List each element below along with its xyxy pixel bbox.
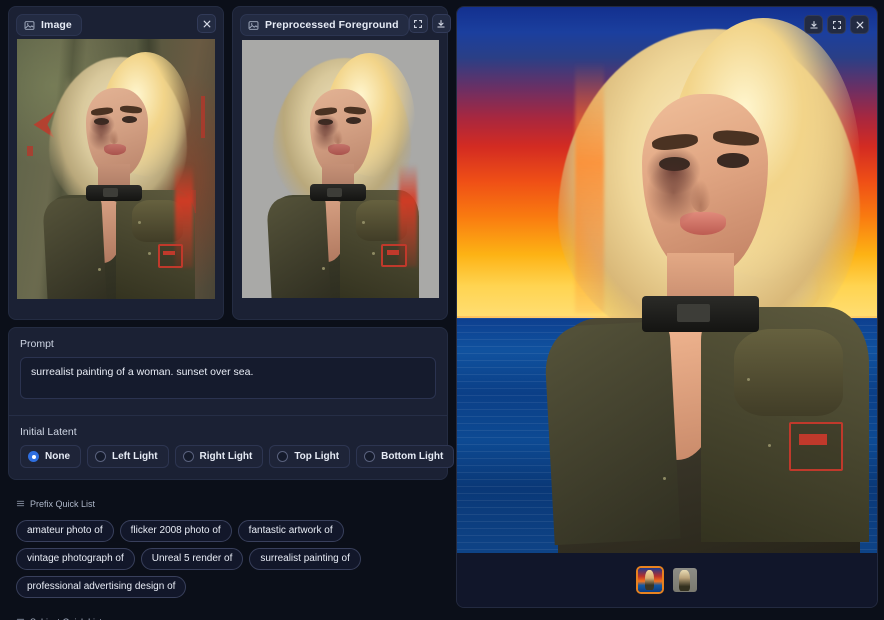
prefix-chip-vintage-photograph[interactable]: vintage photograph of bbox=[16, 548, 135, 570]
prefix-chip-fantastic-artwork[interactable]: fantastic artwork of bbox=[237, 520, 344, 542]
prefix-chip-flicker-2008[interactable]: flicker 2008 photo of bbox=[119, 520, 232, 542]
prefix-quick-list-label: Prefix Quick List bbox=[30, 499, 96, 509]
close-icon[interactable] bbox=[197, 14, 216, 33]
image-panels-row: Image ⮜ Preprocessed Foreground bbox=[8, 6, 451, 320]
fullscreen-icon[interactable] bbox=[408, 14, 428, 33]
result-buttons bbox=[804, 15, 869, 34]
preprocessed-buttons bbox=[408, 14, 451, 33]
input-image-title-chip: Image bbox=[16, 14, 82, 36]
result-artwork bbox=[457, 7, 877, 553]
radio-dot-top-light bbox=[277, 451, 289, 462]
radio-label-left-light: Left Light bbox=[112, 451, 158, 462]
preprocessed-title-chip: Preprocessed Foreground bbox=[240, 14, 409, 36]
prefix-chip-professional-advertising[interactable]: professional advertising design of bbox=[16, 576, 187, 598]
preprocessed-header: Preprocessed Foreground bbox=[240, 14, 451, 36]
fullscreen-icon[interactable] bbox=[827, 15, 846, 34]
radio-right-light[interactable]: Right Light bbox=[174, 445, 264, 468]
prompt-settings-panel: Prompt Initial Latent None Left Light Ri… bbox=[8, 327, 455, 480]
image-icon bbox=[248, 20, 259, 31]
radio-label-right-light: Right Light bbox=[199, 451, 253, 462]
prompt-input[interactable] bbox=[20, 357, 436, 399]
input-image-title: Image bbox=[41, 19, 72, 31]
settings-divider bbox=[9, 415, 447, 416]
radio-label-bottom-light: Bottom Light bbox=[381, 451, 444, 462]
prompt-label: Prompt bbox=[20, 338, 54, 350]
input-image-frame[interactable]: ⮜ bbox=[15, 39, 217, 299]
left-column: Image ⮜ Preprocessed Foreground Prompt s… bbox=[8, 6, 455, 620]
radio-label-none: None bbox=[45, 451, 70, 462]
close-icon[interactable] bbox=[850, 15, 869, 34]
result-gallery-panel bbox=[456, 6, 878, 608]
preprocessed-artwork bbox=[241, 40, 439, 298]
radio-dot-bottom-light bbox=[364, 451, 376, 462]
result-thumbnail-strip bbox=[457, 553, 877, 607]
radio-dot-left-light bbox=[95, 451, 106, 462]
input-image-artwork: ⮜ bbox=[17, 39, 215, 299]
radio-dot-none bbox=[28, 451, 39, 462]
list-icon bbox=[16, 613, 25, 620]
image-icon bbox=[24, 20, 35, 31]
initial-latent-label: Initial Latent bbox=[20, 426, 77, 438]
radio-left-light[interactable]: Left Light bbox=[87, 445, 169, 468]
list-icon bbox=[16, 495, 25, 513]
prefix-chip-amateur-photo[interactable]: amateur photo of bbox=[16, 520, 114, 542]
subject-quick-list-section: Subject Quick List a man a woman a monst… bbox=[8, 605, 448, 620]
prefix-quick-list-chips: amateur photo of flicker 2008 photo of f… bbox=[16, 520, 446, 598]
preprocessed-body bbox=[239, 13, 441, 313]
prefix-chip-unreal-5-render[interactable]: Unreal 5 render of bbox=[140, 548, 244, 570]
download-icon[interactable] bbox=[431, 14, 451, 33]
radio-bottom-light[interactable]: Bottom Light bbox=[356, 445, 455, 468]
input-image-body: ⮜ bbox=[15, 13, 217, 313]
prefix-quick-list-section: Prefix Quick List amateur photo of flick… bbox=[8, 487, 448, 598]
prefix-chip-surrealist-painting[interactable]: surrealist painting of bbox=[249, 548, 361, 570]
right-column bbox=[456, 6, 880, 616]
input-image-buttons bbox=[197, 14, 216, 33]
radio-none[interactable]: None bbox=[20, 445, 81, 468]
download-icon[interactable] bbox=[804, 15, 823, 34]
prefix-quick-list-header: Prefix Quick List bbox=[16, 495, 446, 513]
radio-dot-right-light bbox=[182, 451, 194, 462]
initial-latent-radio-group: None Left Light Right Light Top Light Bo… bbox=[20, 445, 455, 468]
radio-label-top-light: Top Light bbox=[294, 451, 340, 462]
result-image-holder[interactable] bbox=[457, 7, 877, 553]
preprocessed-title: Preprocessed Foreground bbox=[265, 19, 399, 31]
gallery-thumb-sunset[interactable] bbox=[635, 566, 664, 594]
gallery-thumb-grey[interactable] bbox=[671, 566, 699, 594]
result-header bbox=[804, 15, 869, 34]
preprocessed-frame[interactable] bbox=[239, 39, 441, 299]
app-root: Image ⮜ Preprocessed Foreground Prompt s… bbox=[0, 0, 884, 620]
radio-top-light[interactable]: Top Light bbox=[269, 445, 351, 468]
subject-quick-list-header: Subject Quick List bbox=[16, 613, 446, 620]
input-image-panel: Image ⮜ bbox=[8, 6, 224, 320]
preprocessed-foreground-panel: Preprocessed Foreground bbox=[232, 6, 451, 320]
